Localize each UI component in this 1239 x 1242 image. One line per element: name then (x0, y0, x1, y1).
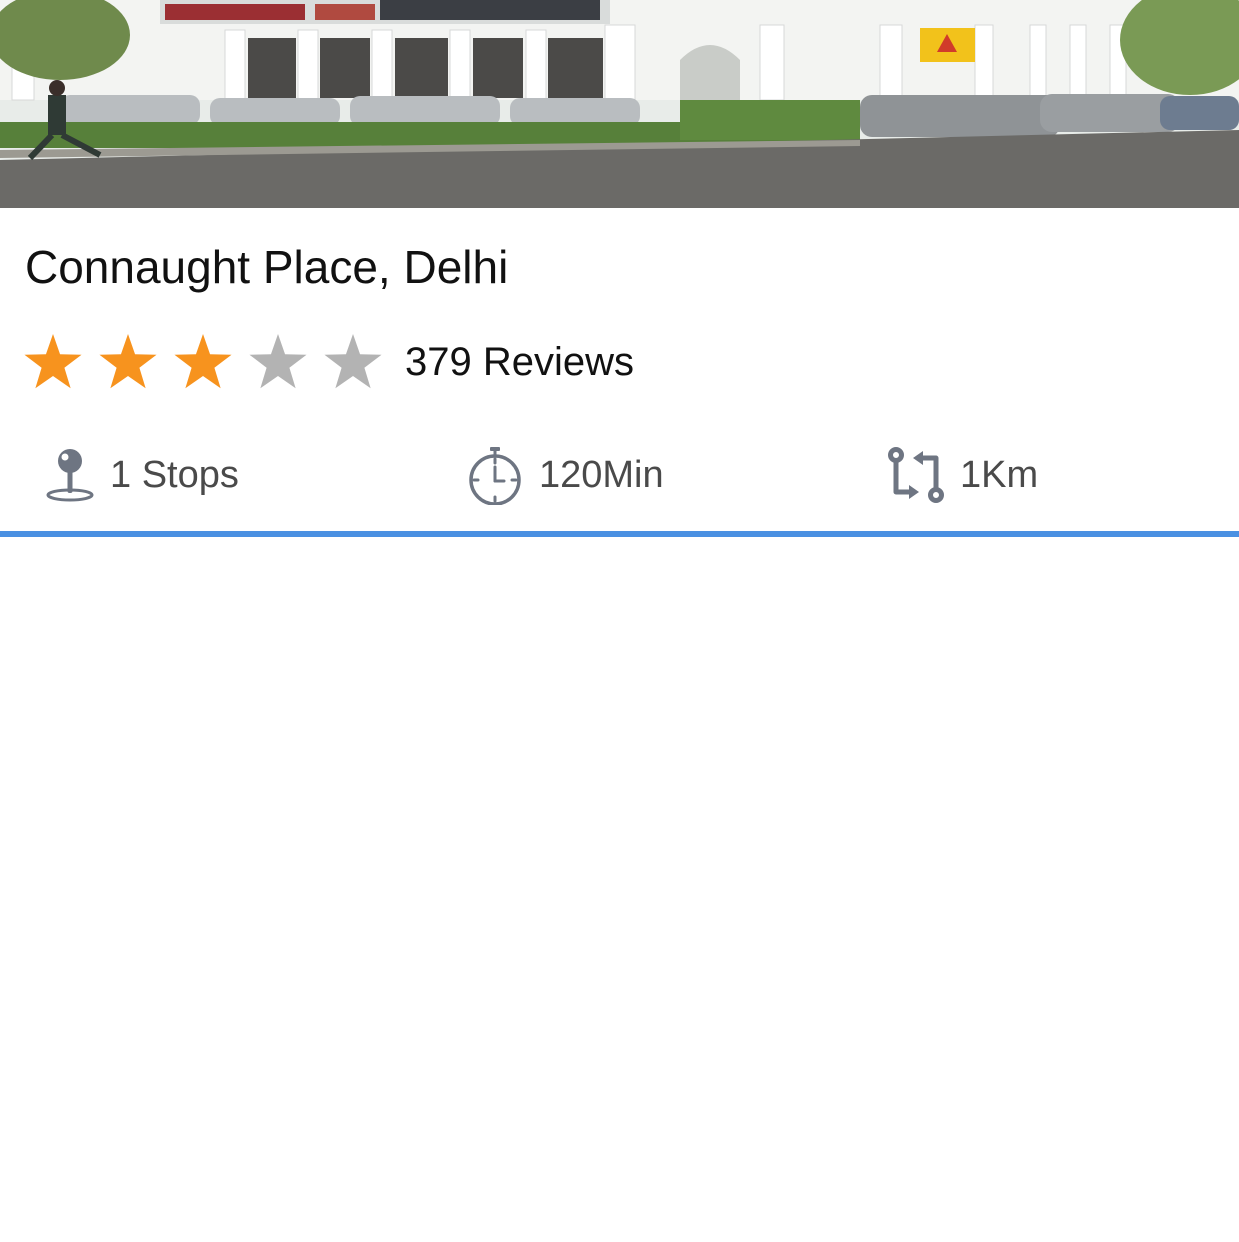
star-rating (22, 331, 397, 393)
section-divider (0, 531, 1239, 537)
reviews-count[interactable]: 379 Reviews (405, 326, 634, 398)
star-empty-icon (249, 334, 307, 389)
stat-duration: 120Min (465, 430, 664, 520)
trip-stats: 1 Stops 120Min 1Km (0, 430, 1239, 520)
star-empty-icon (324, 334, 382, 389)
hero-image (0, 0, 1239, 208)
rating-row: 379 Reviews (22, 326, 634, 398)
star-filled-icon (24, 334, 82, 389)
distance-value: 1Km (960, 453, 1039, 496)
stat-stops: 1 Stops (44, 430, 239, 520)
place-title: Connaught Place, Delhi (25, 241, 509, 293)
star-filled-icon (174, 334, 232, 389)
route-icon (888, 447, 944, 503)
duration-value: 120Min (539, 453, 664, 496)
stops-value: 1 Stops (110, 453, 239, 496)
map-pin-icon (46, 449, 94, 502)
star-filled-icon (99, 334, 157, 389)
stat-distance: 1Km (886, 430, 1038, 520)
stopwatch-icon (469, 447, 521, 505)
